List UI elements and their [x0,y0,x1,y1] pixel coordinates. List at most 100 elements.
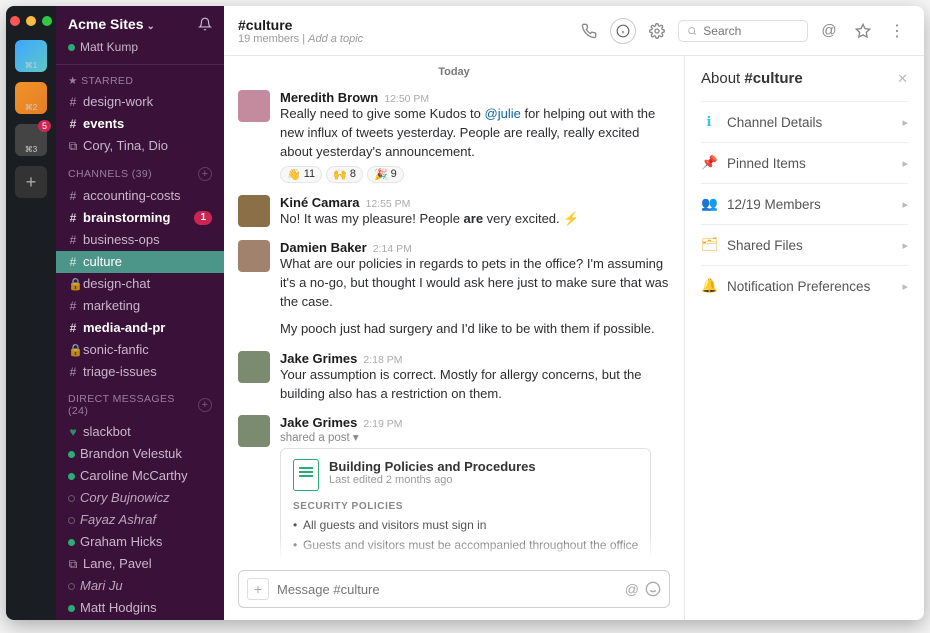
post-title: Building Policies and Procedures [329,459,536,474]
details-row-12-19-members[interactable]: 👥12/19 Members▸ [701,183,908,224]
star-icon[interactable] [850,18,876,44]
document-icon [293,459,319,491]
add-topic[interactable]: Add a topic [308,33,363,45]
sidebar-dm-slackbot[interactable]: ♥slackbot [56,421,224,443]
message-composer[interactable]: + @ [238,570,670,608]
call-icon[interactable] [576,18,602,44]
team-switcher[interactable]: Acme Sites⌄ [68,16,155,32]
message-text: Your assumption is correct. Mostly for a… [280,366,670,404]
message-author[interactable]: Jake Grimes [280,415,357,430]
emoji-button[interactable] [645,581,661,597]
message-author[interactable]: Jake Grimes [280,351,357,366]
sidebar-item-media-and-pr[interactable]: #media-and-pr [56,317,224,339]
settings-icon[interactable] [644,18,670,44]
attach-button[interactable]: + [247,578,269,600]
section-channels: CHANNELS (39) + [56,157,224,185]
sidebar-dm-matt-hodgins[interactable]: Matt Hodgins [56,597,224,619]
sidebar-item-cory-tina-dio[interactable]: ⧉Cory, Tina, Dio [56,135,224,157]
message-text: No! It was my pleasure! People are very … [280,210,579,229]
sidebar-item-events[interactable]: #events [56,113,224,135]
day-divider: Today [238,62,670,86]
search-input[interactable] [703,24,799,38]
sidebar-item-business-ops[interactable]: #business-ops [56,229,224,251]
add-dm[interactable]: + [198,398,212,412]
avatar[interactable] [238,195,270,227]
close-window[interactable] [10,16,20,26]
sidebar-item-brainstorming[interactable]: #brainstorming1 [56,207,224,229]
close-details[interactable]: ✕ [897,71,908,87]
message-text: My pooch just had surgery and I'd like t… [280,320,670,339]
info-icon[interactable] [610,18,636,44]
reaction[interactable]: 🎉9 [367,166,404,183]
add-workspace[interactable]: + [15,166,47,198]
row-icon: ℹ [701,114,717,130]
sidebar-dm-lane-pavel[interactable]: ⧉Lane, Pavel [56,553,224,575]
more-icon[interactable]: ⋮ [884,18,910,44]
current-user[interactable]: Matt Kump [56,40,224,64]
message: Meredith Brown12:50 PMReally need to giv… [238,86,670,191]
details-title: About #culture [701,70,803,87]
workspace-3[interactable]: 5 ⌘3 [15,124,47,156]
sidebar-item-design-work[interactable]: #design-work [56,91,224,113]
notifications-icon[interactable] [198,17,212,31]
sidebar-item-design-chat[interactable]: 🔒design-chat [56,273,224,295]
mentions-icon[interactable]: @ [816,18,842,44]
avatar[interactable] [238,240,270,272]
mention-button[interactable]: @ [625,581,639,597]
message: Jake Grimes 2:18 PMYour assumption is cor… [238,347,670,412]
channel-header: #culture 19 members | Add a topic [224,6,924,56]
message-time: 2:14 PM [373,243,412,255]
row-icon: 📌 [701,155,717,171]
sidebar-dm-cory-bujnowicz[interactable]: Cory Bujnowicz [56,487,224,509]
sidebar-item-marketing[interactable]: #marketing [56,295,224,317]
workspace-2[interactable]: ⌘2 [15,82,47,114]
row-icon: 🔔 [701,278,717,294]
reaction[interactable]: 👋11 [280,166,322,183]
chevron-right-icon: ▸ [902,280,908,293]
sidebar-dm-mari-ju[interactable]: Mari Ju [56,575,224,597]
sidebar-item-sonic-fanfic[interactable]: 🔒sonic-fanfic [56,339,224,361]
sidebar-dm-caroline-mccarthy[interactable]: Caroline McCarthy [56,465,224,487]
avatar[interactable] [238,90,270,122]
avatar[interactable] [238,415,270,447]
section-starred: ★ STARRED [56,65,224,91]
channel-details-panel: About #culture ✕ ℹChannel Details▸📌Pinne… [684,56,924,620]
sidebar-item-triage-issues[interactable]: #triage-issues [56,361,224,383]
message-input[interactable] [277,582,619,597]
details-row-channel-details[interactable]: ℹChannel Details▸ [701,101,908,142]
message-time: 12:50 PM [384,93,429,105]
details-row-shared-files[interactable]: 🗂Shared Files▸ [701,224,908,265]
sidebar: Acme Sites⌄ Matt Kump ★ STARRED #design-… [56,6,224,620]
channel-title[interactable]: #culture [238,17,363,33]
sidebar-dm-shannon-tinkley[interactable]: Shannon Tinkley [56,619,224,620]
message-time: 2:18 PM [363,354,402,366]
member-count[interactable]: 19 members [238,33,299,45]
reaction[interactable]: 🙌8 [326,166,363,183]
chevron-right-icon: ▸ [902,239,908,252]
minimize-window[interactable] [26,16,36,26]
workspace-1[interactable]: ⌘1 [15,40,47,72]
message: Damien Baker2:14 PMWhat are our policies… [238,236,670,346]
message-author[interactable]: Meredith Brown [280,90,378,105]
message-subaction[interactable]: shared a post ▾ [280,430,651,444]
sidebar-dm-graham-hicks[interactable]: Graham Hicks [56,531,224,553]
sidebar-dm-fayaz-ashraf[interactable]: Fayaz Ashraf [56,509,224,531]
message-author[interactable]: Kiné Camara [280,195,359,210]
sidebar-item-culture[interactable]: #culture [56,251,224,273]
section-dms: DIRECT MESSAGES (24) + [56,383,224,421]
add-channel[interactable]: + [198,167,212,181]
details-row-notification-preferences[interactable]: 🔔Notification Preferences▸ [701,265,908,306]
search-box[interactable] [678,20,808,42]
details-row-pinned-items[interactable]: 📌Pinned Items▸ [701,142,908,183]
window-controls[interactable] [10,12,52,30]
sidebar-item-accounting-costs[interactable]: #accounting-costs [56,185,224,207]
message: Kiné Camara 12:55 PMNo! It was my pleasur… [238,191,670,237]
chevron-right-icon: ▸ [902,157,908,170]
avatar[interactable] [238,351,270,383]
shared-post[interactable]: Building Policies and Procedures Last ed… [280,448,651,560]
maximize-window[interactable] [42,16,52,26]
message-time: 12:55 PM [365,198,410,210]
sidebar-dm-brandon-velestuk[interactable]: Brandon Velestuk [56,443,224,465]
message-author[interactable]: Damien Baker [280,240,367,255]
chevron-right-icon: ▸ [902,116,908,129]
